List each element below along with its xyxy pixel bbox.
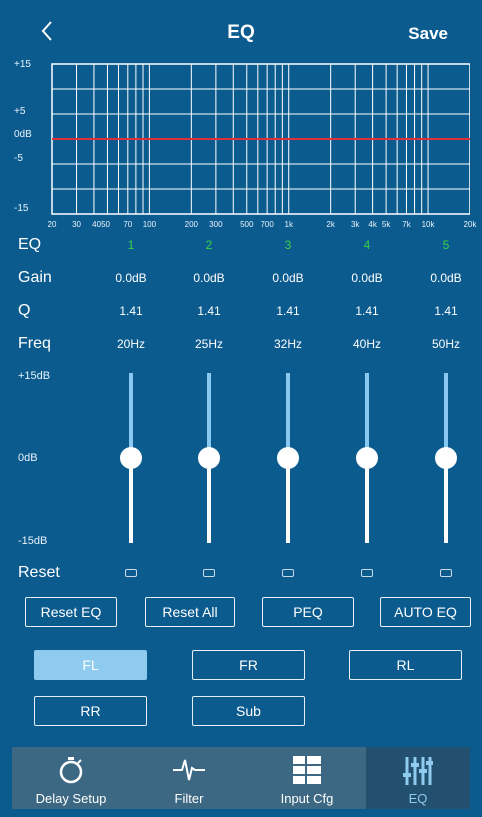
grid-icon	[292, 755, 322, 790]
nav-delay-setup[interactable]: Delay Setup	[12, 747, 130, 809]
y-axis-label-plus5: +5	[14, 106, 26, 117]
x-axis-label: 70	[123, 220, 133, 229]
x-axis-label: 300	[209, 220, 223, 229]
q-value[interactable]: 1.41	[411, 304, 481, 318]
x-axis-label: 700	[260, 220, 274, 229]
gain-slider-thumb[interactable]	[356, 447, 378, 469]
gain-value[interactable]: 0.0dB	[174, 271, 244, 285]
x-axis-label: 500	[240, 220, 254, 229]
eq-screen: EQ Save +15 +5 0dB -5 -15 20 30 4050 70 100 2…	[12, 8, 476, 809]
band-reset-button[interactable]	[125, 569, 137, 577]
freq-value[interactable]: 20Hz	[96, 337, 166, 351]
x-axis-label: 20k	[463, 220, 477, 229]
nav-label: EQ	[408, 791, 428, 806]
slider-scale-top: +15dB	[18, 370, 51, 382]
reset-all-button[interactable]: Reset All	[145, 597, 235, 627]
channel-fl-button[interactable]: FL	[34, 650, 147, 680]
nav-eq[interactable]: EQ	[366, 747, 470, 809]
gain-value[interactable]: 0.0dB	[96, 271, 166, 285]
nav-label: Input Cfg	[280, 791, 334, 806]
q-row: Q 1.41 1.41 1.41 1.41 1.41	[12, 300, 470, 324]
gain-value[interactable]: 0.0dB	[411, 271, 481, 285]
band-reset-button[interactable]	[440, 569, 452, 577]
gain-slider-thumb[interactable]	[435, 447, 457, 469]
channel-fr-button[interactable]: FR	[192, 650, 305, 680]
freq-value[interactable]: 40Hz	[332, 337, 402, 351]
x-axis-label: 4k	[368, 220, 377, 229]
gain-slider-thumb[interactable]	[198, 447, 220, 469]
q-value[interactable]: 1.41	[174, 304, 244, 318]
band-reset-button[interactable]	[203, 569, 215, 577]
eq-response-graph: +15 +5 0dB -5 -15 20 30 4050 70 100 200 300 500…	[12, 56, 476, 238]
gain-slider-thumb[interactable]	[277, 447, 299, 469]
slider-scale-bottom: -15dB	[18, 535, 48, 547]
x-axis-label: 30	[72, 220, 81, 229]
x-axis-label: 5k	[381, 220, 391, 229]
eq-number-row: EQ 1 2 3 4 5	[12, 234, 470, 258]
eq-band-number: 2	[205, 238, 213, 252]
freq-row-label: Freq	[18, 335, 51, 352]
y-axis-label-top: +15	[14, 59, 31, 70]
y-axis-label-minus5: -5	[14, 153, 23, 164]
x-axis-label: 2k	[326, 220, 335, 229]
q-value[interactable]: 1.41	[332, 304, 402, 318]
band-reset-button[interactable]	[361, 569, 373, 577]
nav-filter[interactable]: Filter	[130, 747, 248, 809]
eq-band-number: 1	[127, 238, 135, 252]
gain-slider-thumb[interactable]	[120, 447, 142, 469]
page-title: EQ	[227, 22, 255, 43]
peq-button[interactable]: PEQ	[262, 597, 354, 627]
stopwatch-icon	[58, 755, 84, 790]
waveform-icon	[172, 755, 206, 790]
reset-eq-button[interactable]: Reset EQ	[25, 597, 117, 627]
q-row-label: Q	[18, 302, 31, 319]
nav-input-cfg[interactable]: Input Cfg	[248, 747, 366, 809]
gain-value[interactable]: 0.0dB	[332, 271, 402, 285]
header-bar: EQ Save	[12, 8, 470, 56]
gain-row: Gain 0.0dB 0.0dB 0.0dB 0.0dB 0.0dB	[12, 267, 470, 291]
freq-value[interactable]: 50Hz	[411, 337, 481, 351]
bottom-navigation: Delay Setup Filter Input Cfg EQ	[12, 747, 470, 809]
freq-row: Freq 20Hz 25Hz 32Hz 40Hz 50Hz	[12, 333, 470, 357]
x-axis-label: 10k	[421, 220, 435, 229]
x-axis-label: 200	[184, 220, 199, 229]
eq-band-number: 4	[363, 238, 371, 252]
freq-value[interactable]: 25Hz	[174, 337, 244, 351]
nav-label: Delay Setup	[35, 791, 107, 806]
x-axis-label: 7k	[402, 220, 411, 229]
channel-sub-button[interactable]: Sub	[192, 696, 305, 726]
q-value[interactable]: 1.41	[96, 304, 166, 318]
x-axis-label: 1k	[284, 220, 293, 229]
band-reset-button[interactable]	[282, 569, 294, 577]
eq-band-number: 3	[284, 238, 292, 252]
freq-value[interactable]: 32Hz	[253, 337, 323, 351]
channel-rr-button[interactable]: RR	[34, 696, 147, 726]
x-axis-label: 100	[142, 220, 157, 229]
save-button[interactable]: Save	[408, 24, 448, 44]
x-axis-label: 3k	[350, 220, 360, 229]
eq-band-number: 5	[442, 238, 450, 252]
eq-row-label: EQ	[18, 236, 42, 253]
gain-value[interactable]: 0.0dB	[253, 271, 323, 285]
eq-graph-canvas	[51, 63, 470, 215]
y-axis-label-bottom: -15	[14, 203, 29, 214]
reset-row-label: Reset	[18, 564, 60, 581]
gain-row-label: Gain	[18, 269, 52, 286]
auto-eq-button[interactable]: AUTO EQ	[380, 597, 471, 627]
q-value[interactable]: 1.41	[253, 304, 323, 318]
nav-label: Filter	[174, 791, 204, 806]
channel-rl-button[interactable]: RL	[349, 650, 462, 680]
equalizer-sliders-icon	[403, 755, 434, 792]
slider-scale-mid: 0dB	[18, 452, 38, 464]
x-axis-label: 20	[47, 220, 57, 229]
y-axis-label-zero: 0dB	[14, 129, 32, 140]
x-axis-label: 4050	[92, 220, 110, 229]
